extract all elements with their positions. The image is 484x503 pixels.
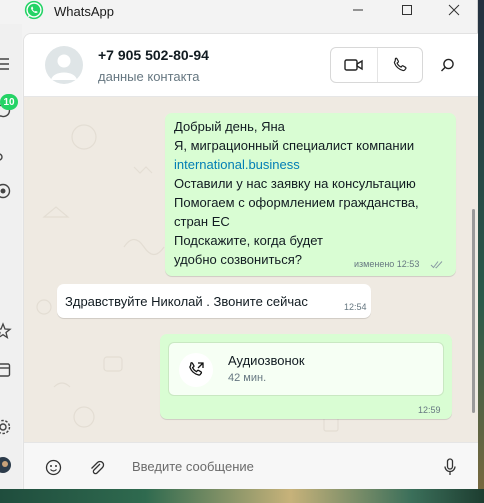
chat-header[interactable]: +7 905 502-80-94 данные контакта [24,34,478,97]
nav-rail: 10 [0,24,22,489]
call-buttons-group [330,47,423,83]
calls-icon[interactable] [0,148,12,166]
message-text-line: Оставили у нас заявку на консультацию [174,176,416,191]
double-check-read-icon [430,261,443,269]
contact-info-link[interactable]: данные контакта [98,69,200,84]
call-card[interactable]: Аудиозвонок 42 мин. [168,342,444,396]
status-icon[interactable] [0,182,12,200]
chat-panel: +7 905 502-80-94 данные контакта Добрый … [23,33,478,489]
window-title: WhatsApp [54,4,114,19]
message-time: 12:54 [344,302,367,312]
whatsapp-logo-icon [24,0,44,20]
maximize-icon [402,5,412,15]
call-title: Аудиозвонок [228,353,305,368]
call-duration: 42 мин. [228,372,267,384]
outgoing-call-message[interactable]: Аудиозвонок 42 мин. 12:59 [160,334,452,419]
outgoing-call-icon [189,362,204,376]
message-link[interactable]: international.business [174,157,300,172]
contact-avatar[interactable] [45,46,83,84]
message-composer: Введите сообщение [24,442,478,489]
desktop-background [478,0,484,503]
close-icon [448,4,460,16]
profile-avatar-icon[interactable] [0,456,12,474]
archive-icon[interactable] [0,361,12,379]
attach-button[interactable] [86,457,106,477]
message-text-line: Я, миграционный специалист компании [174,138,415,153]
video-call-button[interactable] [331,48,377,82]
starred-icon[interactable] [0,322,12,340]
voice-message-button[interactable] [440,457,460,477]
maximize-button[interactable] [387,0,427,20]
unread-badge: 10 [0,94,18,110]
emoji-icon [45,459,61,475]
search-chat-button[interactable] [436,54,458,76]
message-text-line: Добрый день, Яна [174,119,285,134]
contact-name[interactable]: +7 905 502-80-94 [98,47,209,63]
search-icon [440,58,454,71]
title-bar: WhatsApp [0,0,478,24]
app-window: WhatsApp 10 +7 905 502-80-94 данные конт… [0,0,478,489]
call-icon-circle [179,353,213,387]
settings-icon[interactable] [0,418,12,436]
message-text-line: Помогаем с оформлением гражданства, [174,195,419,210]
video-call-icon [344,59,363,71]
default-avatar-icon [51,54,77,80]
close-window-button[interactable] [434,0,474,20]
message-text-line: стран ЕС [174,214,230,229]
mic-icon [444,458,456,475]
message-input[interactable]: Введите сообщение [132,459,254,474]
message-scrollbar[interactable] [472,209,475,413]
message-time: 12:59 [418,405,441,415]
emoji-button[interactable] [43,457,63,477]
message-text-line: удобно созвониться? [174,252,302,267]
message-text-line: Подскажите, когда будет [174,233,324,248]
incoming-message[interactable]: Здравствуйте Николай . Звоните сейчас 12… [57,284,371,318]
message-list[interactable]: Добрый день, Яна Я, миграционный специал… [24,97,478,442]
menu-icon[interactable] [0,55,12,73]
minimize-button[interactable] [338,0,378,20]
voice-call-icon [393,57,407,72]
outgoing-message[interactable]: Добрый день, Яна Я, миграционный специал… [165,113,456,276]
desktop-wallpaper-strip [0,489,484,503]
voice-call-button[interactable] [376,48,423,82]
message-edited-time: изменено 12:53 [354,259,420,269]
attach-icon [90,460,104,474]
message-text: Здравствуйте Николай . Звоните сейчас [65,294,308,309]
minimize-icon [353,9,363,11]
